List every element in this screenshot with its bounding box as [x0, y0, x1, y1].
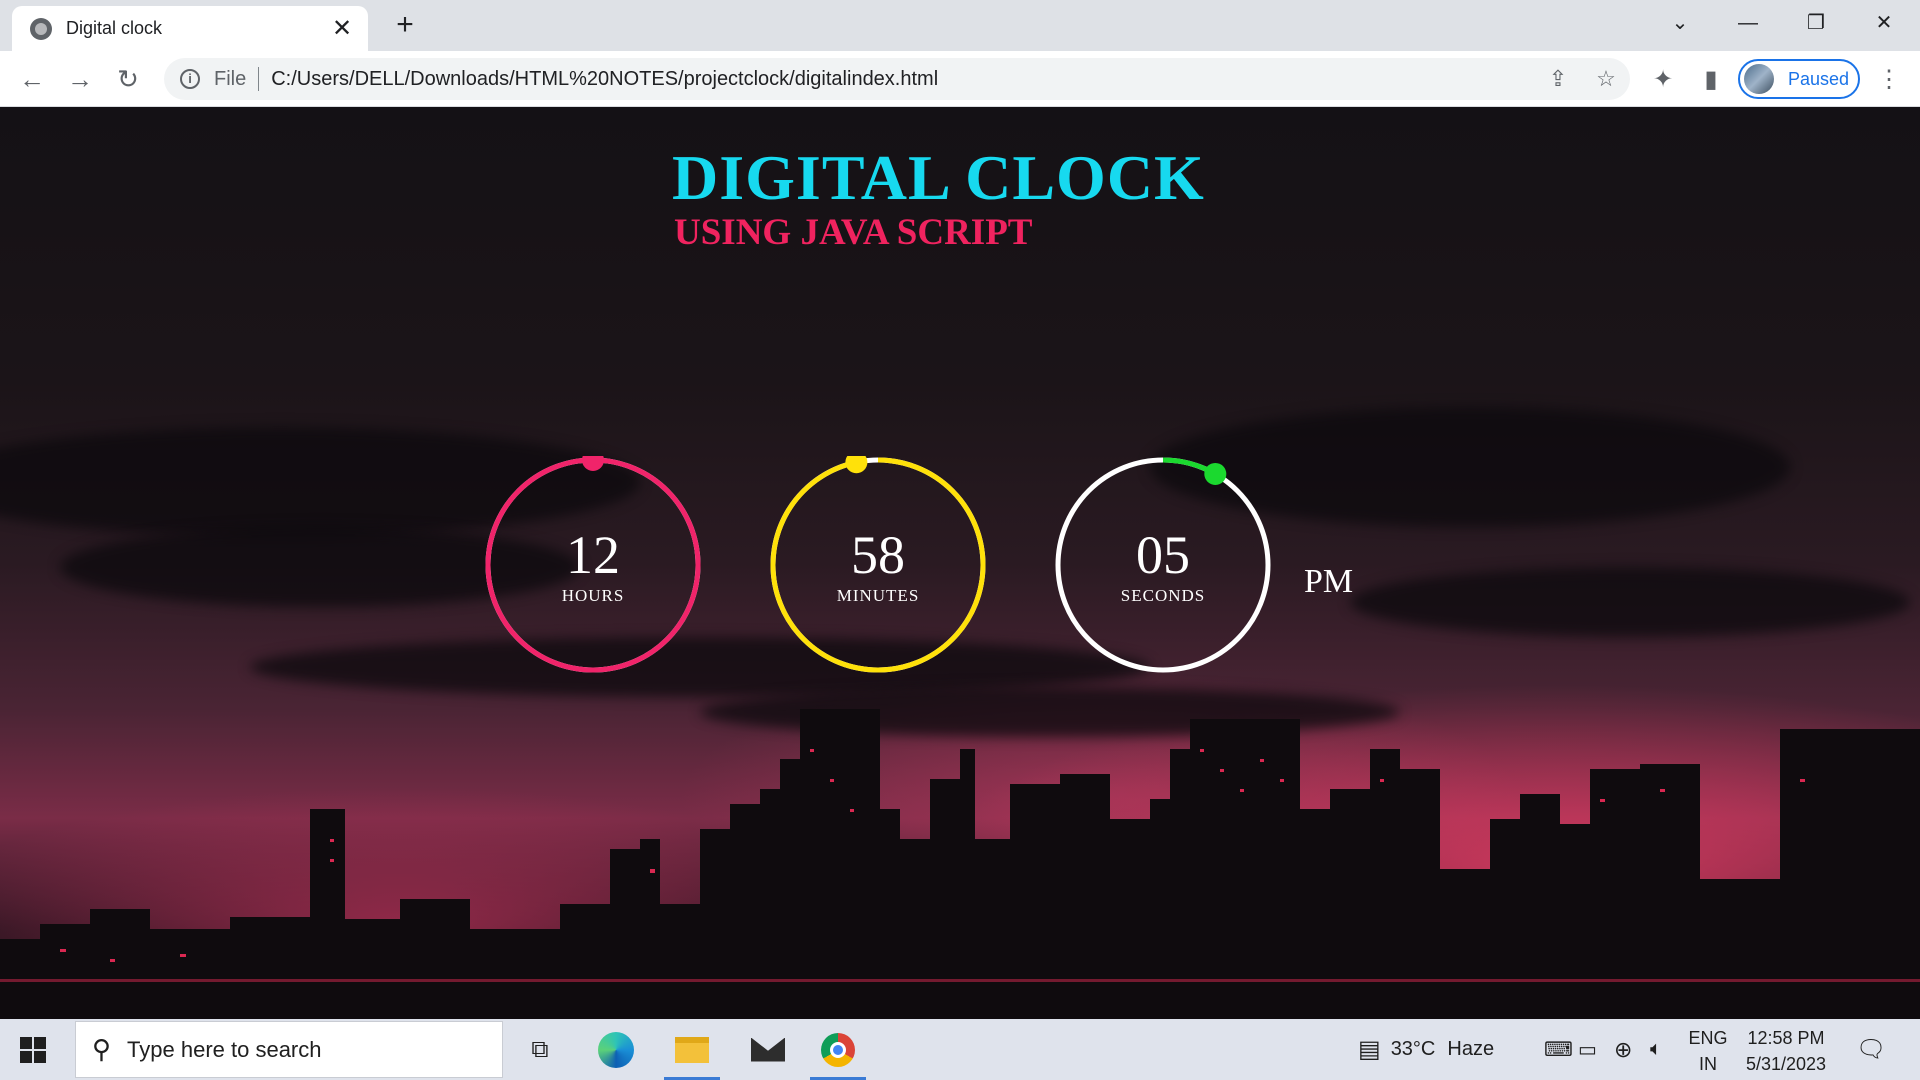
bookmark-star-icon[interactable]: ☆ [1582, 66, 1630, 92]
volume-icon[interactable]: 🔈︎ [1650, 1019, 1662, 1080]
network-globe-icon[interactable]: ⊕ [1614, 1019, 1632, 1080]
reload-icon[interactable]: ↻ [112, 63, 144, 95]
lang-top: ENG [1688, 1028, 1728, 1048]
hours-dial: 12 HOURS [484, 456, 702, 674]
file-explorer-icon[interactable] [660, 1019, 724, 1080]
minutes-indicator-dot [845, 456, 868, 474]
weather-desc: Haze [1447, 1038, 1495, 1060]
windows-taskbar: ⚲ Type here to search ⧉ ▤ 33°C Haze ⌨ ▭ … [0, 1019, 1920, 1080]
meet-now-icon[interactable]: ⌨ [1544, 1019, 1573, 1080]
forward-icon[interactable]: → [64, 63, 96, 95]
browser-toolbar: ← → ↻ i File C:/Users/DELL/Downloads/HTM… [0, 51, 1920, 107]
search-placeholder: Type here to search [127, 1036, 322, 1062]
tab-title: Digital clock [66, 18, 163, 38]
side-panel-icon[interactable]: ▮ [1696, 65, 1726, 95]
seconds-label: SECONDS [1120, 586, 1206, 605]
tab-digital-clock[interactable]: Digital clock ✕ [12, 6, 368, 51]
minutes-dial: 58 MINUTES [769, 456, 987, 674]
close-tab-icon[interactable]: ✕ [330, 16, 354, 41]
menu-kebab-icon[interactable]: ⋮ [1874, 65, 1904, 95]
cloud-shape [1350, 567, 1910, 637]
task-view-icon[interactable]: ⧉ [508, 1019, 572, 1080]
hours-label: HOURS [561, 586, 625, 605]
back-icon[interactable]: ← [16, 63, 48, 95]
weather-temp: 33°C [1390, 1038, 1436, 1060]
weather-widget[interactable]: ▤ 33°C Haze [1358, 1019, 1494, 1080]
page-viewport: DIGITAL CLOCK USING JAVA SCRIPT 12 HOURS… [0, 107, 1920, 1019]
site-info-icon[interactable]: i [180, 69, 200, 89]
taskbar-search-box[interactable]: ⚲ Type here to search [75, 1021, 503, 1078]
tab-strip: Digital clock ✕ + ⌄ — ❐ ✕ [0, 0, 1920, 51]
windows-start-icon[interactable] [20, 1037, 46, 1063]
minutes-label: MINUTES [836, 586, 920, 605]
ampm-indicator: PM [1304, 563, 1354, 600]
extensions-icon[interactable]: ✦ [1648, 65, 1678, 95]
tab-search-icon[interactable]: ⌄ [1662, 8, 1698, 38]
mail-icon[interactable] [736, 1019, 800, 1080]
new-tab-button[interactable]: + [390, 10, 420, 40]
language-indicator[interactable]: ENG IN [1678, 1025, 1738, 1077]
clock-date: 5/31/2023 [1745, 1054, 1827, 1074]
seconds-dial: 05 SECONDS [1054, 456, 1272, 674]
search-icon: ⚲ [92, 1034, 112, 1064]
close-window-button[interactable]: ✕ [1866, 8, 1902, 38]
page-subtitle: USING JAVA SCRIPT [674, 212, 1033, 253]
clock-time: 12:58 PM [1747, 1028, 1825, 1048]
edge-icon[interactable] [584, 1019, 648, 1080]
notifications-icon[interactable]: 🗨︎ [1856, 1019, 1886, 1080]
minimize-button[interactable]: — [1730, 8, 1766, 38]
profile-status: Paused [1788, 68, 1850, 89]
restore-button[interactable]: ❐ [1798, 8, 1834, 38]
profile-button[interactable]: Paused [1738, 59, 1860, 99]
seconds-value: 05 [1136, 525, 1190, 585]
address-bar[interactable]: i File C:/Users/DELL/Downloads/HTML%20NO… [164, 58, 1630, 100]
battery-icon[interactable]: ▭ [1578, 1019, 1597, 1080]
share-icon[interactable]: ⇪ [1534, 66, 1582, 92]
url-divider [258, 67, 260, 91]
seconds-indicator-dot [1204, 462, 1227, 485]
minutes-value: 58 [851, 525, 905, 585]
system-clock[interactable]: 12:58 PM 5/31/2023 [1740, 1025, 1832, 1077]
page-title: DIGITAL CLOCK [672, 142, 1205, 213]
weather-icon: ▤ [1358, 1036, 1381, 1063]
url-text[interactable]: C:/Users/DELL/Downloads/HTML%20NOTES/pro… [271, 68, 1534, 91]
city-skyline [0, 709, 1920, 1019]
avatar [1744, 64, 1774, 94]
url-scheme: File [214, 67, 247, 90]
hours-value: 12 [566, 525, 620, 585]
hours-indicator-dot [582, 456, 604, 471]
lang-bottom: IN [1699, 1054, 1717, 1074]
chrome-icon[interactable] [806, 1019, 870, 1080]
globe-icon [30, 17, 52, 40]
